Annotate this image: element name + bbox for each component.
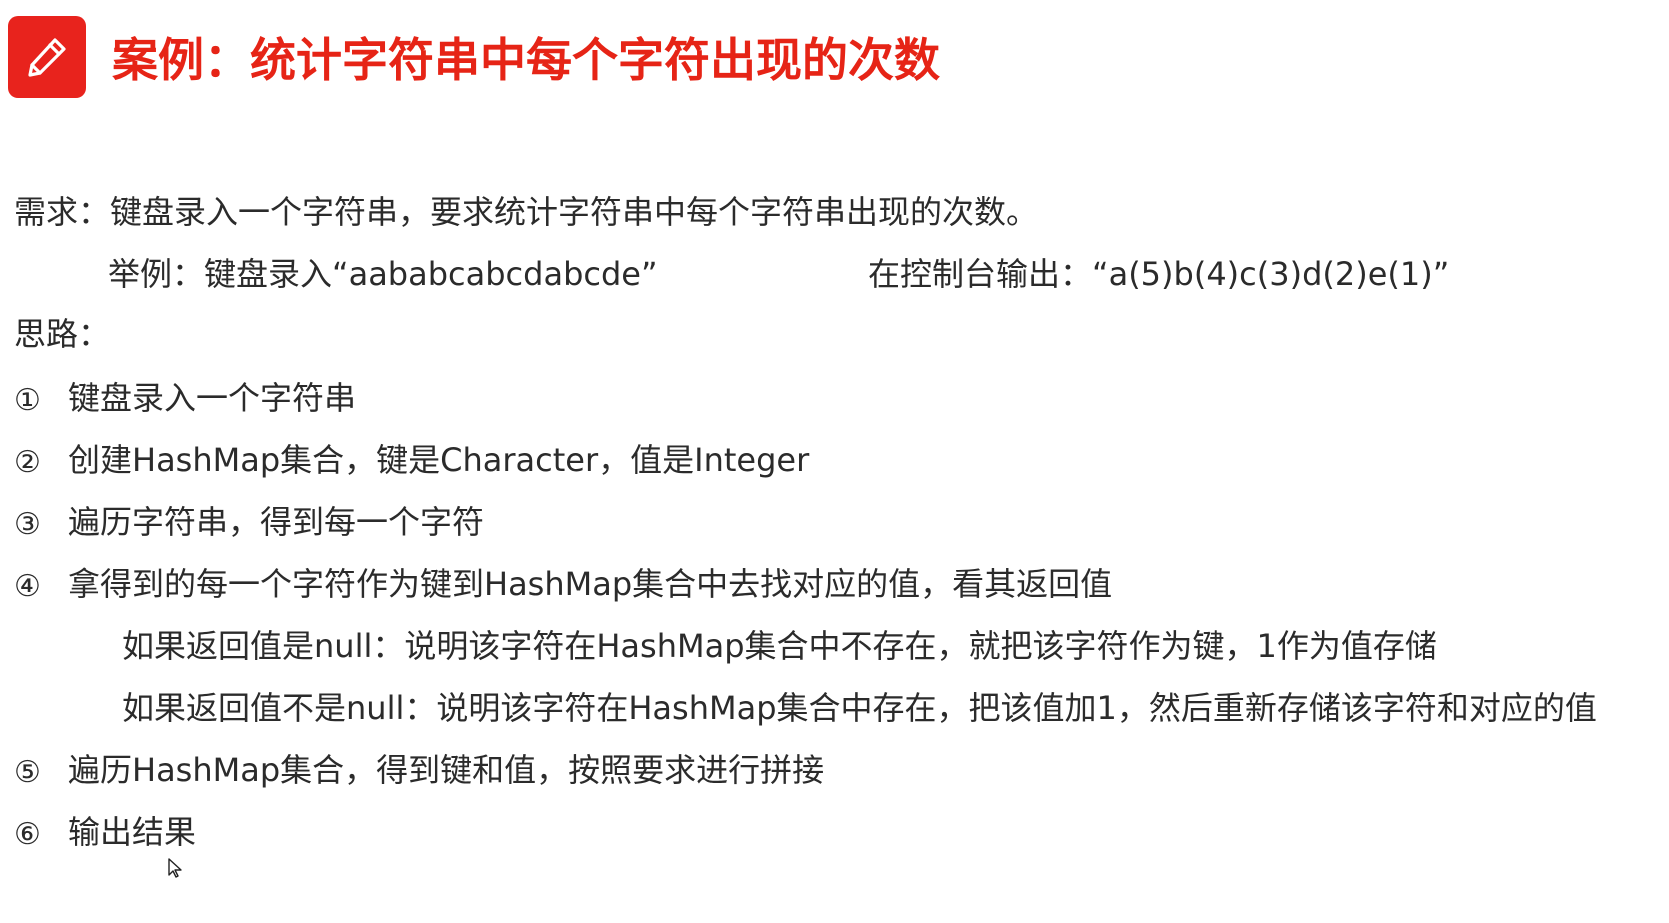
- slide-header: 案例：统计字符串中每个字符出现的次数: [8, 16, 940, 98]
- requirement-label: 需求：: [14, 193, 111, 231]
- example-input: 举例：键盘录入“aababcabcdabcde”: [108, 255, 658, 293]
- sub-step-text: 如果返回值不是null：说明该字符在HashMap集合中存在，把该值加1，然后重…: [122, 689, 1597, 727]
- requirement-line: 需求：键盘录入一个字符串，要求统计字符串中每个字符串出现的次数。: [14, 196, 1038, 228]
- sub-step-text: 如果返回值是null：说明该字符在HashMap集合中不存在，就把该字符作为键，…: [122, 627, 1437, 665]
- pencil-icon: [8, 16, 86, 98]
- step-number: ②: [14, 445, 41, 480]
- step-text: 键盘录入一个字符串: [68, 379, 357, 417]
- step-number: ⑥: [14, 817, 41, 852]
- step-number: ①: [14, 383, 41, 418]
- step-number: ④: [14, 569, 41, 604]
- requirement-text: 键盘录入一个字符串，要求统计字符串中每个字符串出现的次数。: [110, 193, 1039, 231]
- mouse-cursor-icon: [168, 858, 186, 882]
- page-title: 案例：统计字符串中每个字符出现的次数: [112, 33, 940, 87]
- approach-label: 思路：: [14, 315, 111, 353]
- step-text: 遍历字符串，得到每一个字符: [68, 503, 485, 541]
- step-text: 创建HashMap集合，键是Character，值是Integer: [68, 441, 810, 479]
- step-number: ⑤: [14, 755, 41, 790]
- step-text: 拿得到的每一个字符作为键到HashMap集合中去找对应的值，看其返回值: [68, 565, 1113, 603]
- step-text: 输出结果: [68, 813, 197, 851]
- example-output: 在控制台输出：“a(5)b(4)c(3)d(2)e(1)”: [868, 255, 1450, 293]
- step-text: 遍历HashMap集合，得到键和值，按照要求进行拼接: [68, 751, 825, 789]
- step-number: ③: [14, 507, 41, 542]
